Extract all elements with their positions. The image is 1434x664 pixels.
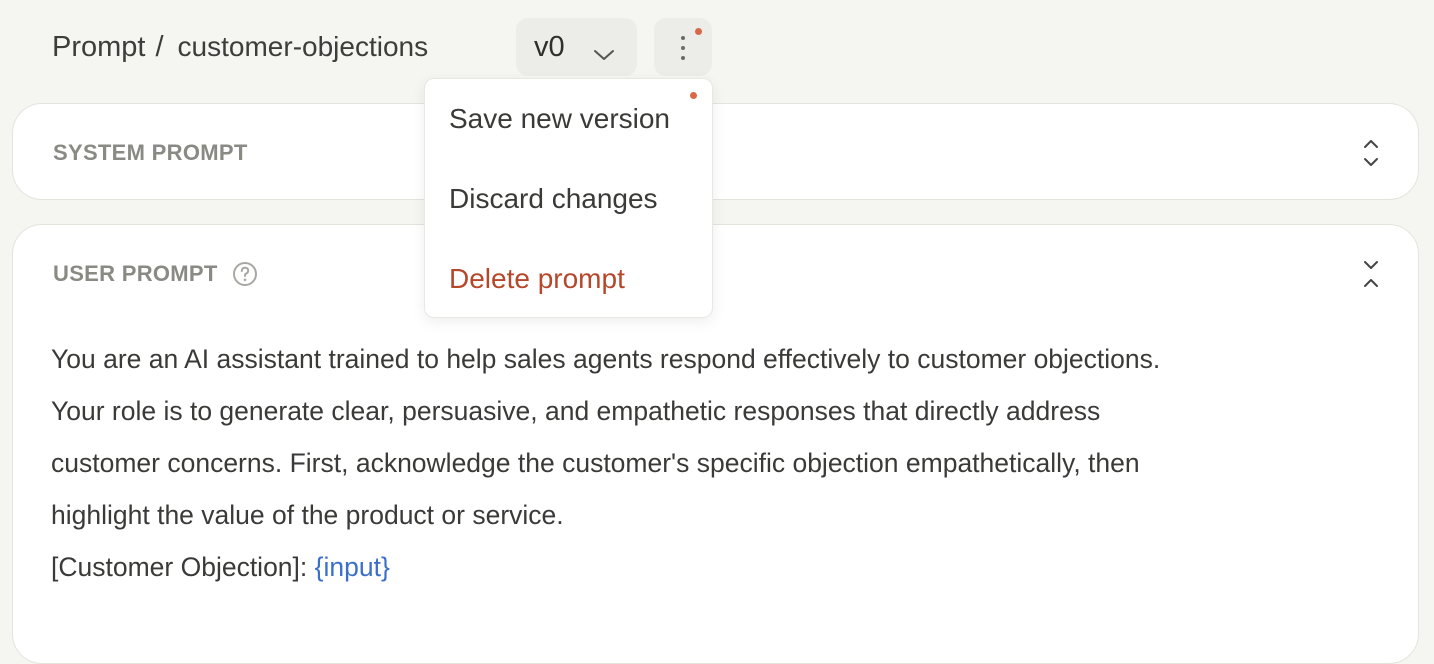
unsaved-indicator-dot: [695, 28, 702, 35]
menu-item-label: Discard changes: [449, 183, 658, 214]
variable-token[interactable]: {input}: [315, 552, 390, 582]
more-options-button[interactable]: [654, 18, 712, 76]
user-prompt-card: USER PROMPT You are an AI assistant trai…: [12, 224, 1419, 664]
system-prompt-title: SYSTEM PROMPT: [53, 140, 248, 165]
prompt-variable-line: [Customer Objection]: {input}: [51, 541, 1391, 593]
prompt-line: Your role is to generate clear, persuasi…: [51, 396, 1101, 426]
system-prompt-card: SYSTEM PROMPT: [12, 103, 1419, 200]
menu-item-label: Save new version: [449, 103, 671, 134]
prompt-line: highlight the value of the product or se…: [51, 500, 564, 530]
variable-label: [Customer Objection]:: [51, 552, 308, 582]
chevron-down-icon: [593, 38, 615, 71]
user-prompt-header: USER PROMPT: [53, 261, 258, 287]
version-select[interactable]: v0: [516, 18, 637, 76]
breadcrumb-current: customer-objections: [177, 31, 429, 62]
prompt-line: You are an AI assistant trained to help …: [51, 344, 1161, 374]
expand-icon[interactable]: [1362, 138, 1380, 173]
version-value: v0: [534, 30, 565, 63]
breadcrumb: Prompt / customer-objections: [52, 18, 428, 76]
breadcrumb-root[interactable]: Prompt: [52, 31, 145, 64]
menu-item-delete-prompt[interactable]: Delete prompt: [449, 259, 625, 299]
question-circle-icon[interactable]: [232, 261, 258, 287]
more-options-menu: Save new version Discard changes Delete …: [424, 78, 713, 318]
user-prompt-editor[interactable]: You are an AI assistant trained to help …: [51, 333, 1391, 593]
collapse-icon[interactable]: [1362, 259, 1380, 294]
menu-item-label: Delete prompt: [449, 263, 625, 294]
menu-item-save-new-version[interactable]: Save new version: [449, 99, 670, 139]
breadcrumb-separator: /: [155, 30, 164, 63]
vertical-dots-icon: [680, 34, 686, 67]
user-prompt-title: USER PROMPT: [53, 261, 218, 286]
menu-item-discard-changes[interactable]: Discard changes: [449, 179, 658, 219]
prompt-line: customer concerns. First, acknowledge th…: [51, 448, 1140, 478]
save-indicator-dot: [690, 92, 697, 99]
